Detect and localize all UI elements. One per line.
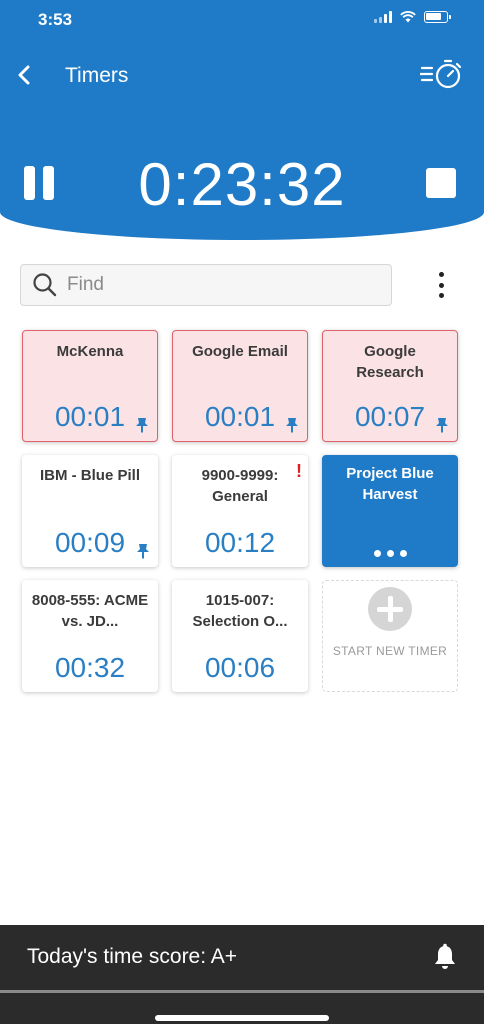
timer-tile-google-email[interactable]: Google Email 00:01 (172, 330, 308, 442)
pin-icon[interactable] (435, 417, 449, 433)
more-icon[interactable] (322, 550, 458, 557)
search-box[interactable] (20, 264, 392, 306)
status-time: 3:53 (38, 10, 73, 29)
tile-name: Google Research (356, 343, 424, 381)
more-options-button[interactable] (434, 270, 448, 300)
tile-name: Google Email (192, 343, 288, 360)
stop-button[interactable] (426, 168, 456, 198)
start-new-timer-label: START NEW TIMER (332, 644, 448, 658)
alert-icon: ! (296, 461, 302, 481)
signal-icon (374, 11, 392, 23)
timer-list-icon[interactable] (420, 56, 466, 92)
tile-name: 8008-555: ACME vs. JD... (31, 592, 149, 630)
timer-tile-selection[interactable]: 1015-007: Selection O... 00:06 (172, 580, 308, 692)
tile-name: 1015-007: Selection O... (192, 592, 288, 630)
tile-name: IBM - Blue Pill (39, 467, 140, 484)
timer-tile-google-research[interactable]: Google Research 00:07 (322, 330, 458, 442)
tile-name: 9900-9999: General (201, 467, 279, 505)
search-icon (33, 273, 57, 297)
tile-time: 00:06 (204, 652, 276, 683)
pin-icon[interactable] (136, 543, 150, 559)
search-input[interactable] (67, 274, 367, 296)
timer-tile-mckenna[interactable]: McKenna 00:01 (22, 330, 158, 442)
tile-time: 00:12 (204, 527, 276, 558)
battery-icon (424, 11, 451, 23)
current-timer-display: 0:23:32 (138, 151, 346, 218)
page-title: Timers (65, 64, 129, 87)
pin-icon[interactable] (285, 417, 299, 433)
wifi-icon (400, 11, 416, 23)
time-score-text: Today's time score: A+ (27, 945, 238, 968)
header-bar: 3:53 Timers 0:23:32 (0, 0, 484, 240)
home-indicator[interactable] (155, 1015, 329, 1021)
status-icons (374, 11, 451, 23)
plus-circle-icon (368, 587, 412, 631)
tile-name: McKenna (56, 343, 124, 360)
timer-tile-acme[interactable]: 8008-555: ACME vs. JD... 00:32 (22, 580, 158, 692)
back-icon[interactable] (10, 60, 40, 90)
timer-tile-ibm-blue-pill[interactable]: IBM - Blue Pill 00:09 (22, 455, 158, 567)
pin-icon[interactable] (135, 417, 149, 433)
time-score-bar: Today's time score: A+ (0, 925, 484, 990)
tile-time: 00:32 (54, 652, 126, 683)
timer-tile-project-blue-harvest[interactable]: Project Blue Harvest (322, 455, 458, 567)
start-new-timer-button[interactable]: START NEW TIMER (322, 580, 458, 692)
tile-name: Project Blue Harvest (346, 465, 434, 503)
bell-icon[interactable] (432, 943, 458, 971)
timer-tile-general[interactable]: 9900-9999: General ! 00:12 (172, 455, 308, 567)
